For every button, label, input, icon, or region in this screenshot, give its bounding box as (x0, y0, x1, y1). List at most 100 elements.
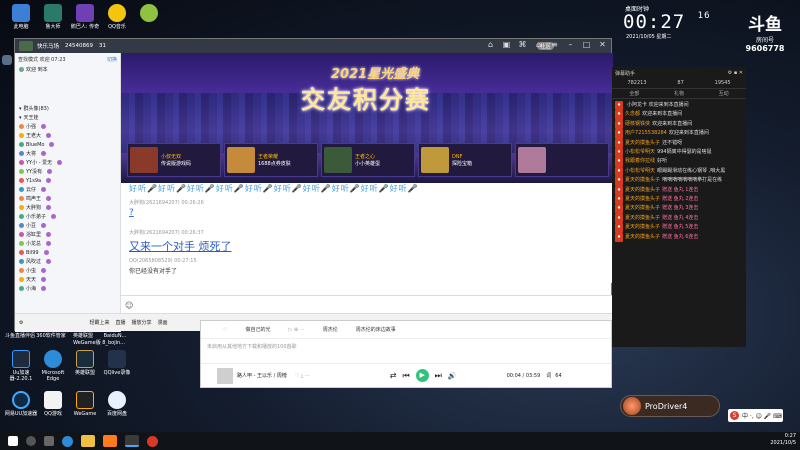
desktop-icon-qqlive[interactable]: QQlive录像 (100, 350, 134, 376)
danmaku-line[interactable]: ♦ 硬核钢铁侠 欢迎来到本直播间 (615, 119, 743, 130)
danmaku-user[interactable]: 夏天的摸鱼头子 (625, 223, 660, 232)
member-row[interactable]: BlueMo (15, 140, 120, 149)
danmaku-user[interactable]: 夏天的摸鱼头子 (625, 195, 660, 204)
danmaku-user[interactable]: 夏天的摸鱼头子 (625, 214, 660, 223)
danmaku-line[interactable]: ♦ 我跟着你拉线 好听 (615, 157, 743, 167)
prodriver-widget[interactable]: ProDriver4 (620, 395, 720, 417)
bottom-item[interactable]: 直播 (116, 319, 126, 326)
danmaku-user[interactable]: 用户7215538284 (625, 129, 667, 138)
danmaku-user[interactable]: 小松松爷明天 (625, 167, 655, 176)
desktop-icon-qqgame-top[interactable] (132, 4, 166, 24)
danmaku-line[interactable]: ♦ 夏天的摸鱼头子 赠送 鱼丸 3连击 (615, 204, 743, 214)
member-row[interactable]: 风吹过 (15, 257, 120, 266)
switch-link[interactable]: 切换 (107, 56, 117, 63)
minimize-icon[interactable]: – (566, 40, 575, 50)
menu-icon[interactable]: ≡ (550, 40, 559, 50)
welcome-row[interactable]: 欢迎 到本 (15, 65, 120, 74)
sub-section[interactable]: ▾ 天王娃 (15, 113, 120, 122)
event-banner[interactable]: 2021星光盛典 交友积分赛 小叔无双 传说版游戏码 王者荣耀 1688点券皮肤 王… (121, 53, 613, 183)
douyu-taskbar-icon[interactable] (103, 435, 117, 447)
maximize-icon[interactable]: □ (582, 40, 591, 50)
app-icon[interactable]: ⌂ (534, 40, 543, 50)
close-icon[interactable]: ✕ (598, 40, 607, 50)
home-icon[interactable]: ⌂ (486, 40, 495, 50)
reward-card[interactable]: 王者之心 小小英雄蛋 (321, 143, 415, 177)
next-icon[interactable]: ⏭ (435, 371, 442, 381)
danmaku-user[interactable]: 夏天的摸鱼头子 (625, 139, 660, 148)
song-artist[interactable]: 周杰伦 (323, 326, 338, 333)
search-icon[interactable] (26, 436, 36, 446)
app-taskbar-icon[interactable] (147, 435, 158, 447)
desktop-icon-edge[interactable]: Microsoft Edge (36, 350, 70, 382)
emoji-icon[interactable]: ☺ (125, 301, 133, 310)
heart-icon[interactable]: ♡ (223, 327, 227, 333)
member-row[interactable]: YY没有 (15, 167, 120, 176)
play-button[interactable]: ▶ (415, 369, 429, 382)
danmaku-line[interactable]: ♦ 小松松爷明天 994隔离中得瑟的是啥鼠 (615, 148, 743, 158)
message-user[interactable]: 大胖狗(2621694207) (129, 230, 180, 236)
member-row[interactable]: 小豆 (15, 221, 120, 230)
bottom-item[interactable]: 播放分享 (132, 319, 152, 326)
bottom-item[interactable]: 轻霸上来 (89, 319, 109, 326)
member-row[interactable]: 王老大 (15, 131, 120, 140)
reward-card[interactable] (515, 143, 609, 177)
desktop-icon-netease-uu[interactable]: 网易UU加速器 (4, 391, 38, 417)
desktop-icon-pc[interactable]: 此电脑 (4, 4, 38, 30)
danmaku-line[interactable]: ♦ 用户7215538284 欢迎来到本直播间 (615, 129, 743, 139)
playlist-count[interactable]: 64 (555, 373, 561, 379)
tab-all[interactable]: 全部 (629, 90, 639, 97)
desktop-icon-left-1[interactable] (2, 55, 12, 67)
shuffle-icon[interactable]: ⇄ (390, 371, 397, 380)
windows-start-icon[interactable] (8, 436, 18, 446)
desktop-icon-mid-2[interactable]: 360软件管家 (34, 333, 68, 339)
song-actions[interactable]: ▷ ⊕ ⋯ (289, 327, 305, 333)
member-row[interactable]: Y1s9a (15, 176, 120, 185)
danmaku-user[interactable]: 夏天的摸鱼头子 (625, 176, 660, 185)
settings-icon[interactable]: ⚙ (19, 320, 23, 326)
member-row[interactable]: 鸣声王 (15, 194, 120, 203)
desktop-icon-baidupan[interactable]: 百度网盘 (100, 391, 134, 417)
previous-icon[interactable]: ⏮ (402, 371, 409, 381)
reward-card[interactable]: 王者荣耀 1688点券皮肤 (224, 143, 318, 177)
tab-gifts[interactable]: 礼物 (674, 90, 684, 97)
desktop-icon-qqmusic[interactable]: QQ音乐 (100, 4, 134, 30)
chat-input[interactable]: ☺ (121, 295, 613, 314)
edge-taskbar-icon[interactable] (62, 435, 73, 447)
song-row[interactable]: ♡ 做自己的光 ▷ ⊕ ⋯ 周杰伦 周杰伦的床边故事 (201, 321, 611, 339)
desktop-icon-ludashi[interactable]: 鲁大师 (36, 4, 70, 30)
danmaku-user[interactable]: 夏天的摸鱼头子 (625, 186, 660, 195)
screen-icon[interactable]: ▣ (502, 40, 511, 50)
system-tray[interactable]: 0:27 2021/10/5 (770, 433, 796, 447)
desktop-icon-mid-4[interactable]: BaiduN... (98, 333, 132, 339)
danmaku-user[interactable]: 夏天的摸鱼头子 (625, 233, 660, 242)
gamepad-icon[interactable]: ⌘ (518, 40, 527, 50)
volume-icon[interactable]: 🔊 (448, 372, 457, 380)
lyrics-toggle[interactable]: 词 (546, 372, 551, 379)
ime-toolbar[interactable]: S 中 ·, ☺ 🎤 ⌨ (728, 409, 783, 422)
desktop-icon-uu[interactable]: Uu加速器-2.20.1 (4, 350, 38, 382)
danmaku-line[interactable]: ♦ 小松松爷明天 眼踢踢滑动在练心钢琴 ,咱大黑 (615, 166, 743, 177)
message-user[interactable]: 大胖狗(2621694207) (129, 200, 180, 206)
member-row[interactable]: 大将 (15, 149, 120, 158)
danmaku-user[interactable]: 夏天的摸鱼头子 (625, 204, 660, 213)
danmaku-line[interactable]: ♦ 夏天的摸鱼头子 赠送 鱼丸 5连击 (615, 223, 743, 233)
bottom-item[interactable]: 漫画 (158, 319, 168, 326)
danmaku-line[interactable]: ♦ 久念都 欢迎来到本直播间 (615, 110, 743, 120)
message-user[interactable]: QQ(2065808529) (129, 258, 173, 264)
desktop-icon-game[interactable]: 鹅巴人: 传奇 (68, 4, 102, 30)
tab-interact[interactable]: 互动 (719, 90, 729, 97)
reward-card[interactable]: DNF 探险宝箱 (418, 143, 512, 177)
danmaku-user[interactable]: 久念都 (625, 110, 640, 119)
danmaku-line[interactable]: ♦ 夏天的摸鱼头子 嘀嘀嘀嘀嘀嘀嘀拳打是在练 (615, 176, 743, 186)
member-row[interactable]: 小龙总 (15, 239, 120, 248)
album-thumbnail[interactable] (217, 367, 233, 384)
danmaku-line[interactable]: ♦ 夏天的摸鱼头子 赠送 鱼丸 6连击 (615, 232, 743, 243)
member-row[interactable]: 大胖狗 (15, 203, 120, 212)
qq-taskbar-icon[interactable] (125, 435, 139, 447)
ime-options[interactable]: 中 ·, ☺ 🎤 ⌨ (742, 411, 782, 420)
member-row[interactable]: 小乐弟子 (15, 212, 120, 221)
desktop-icon-wegame[interactable]: WeGame (68, 391, 102, 417)
member-row[interactable]: Bil99 (15, 248, 120, 257)
task-view-icon[interactable] (44, 436, 54, 446)
danmaku-line[interactable]: ♦ 小阿龙卡 欢迎来到本直播间 (615, 101, 743, 111)
